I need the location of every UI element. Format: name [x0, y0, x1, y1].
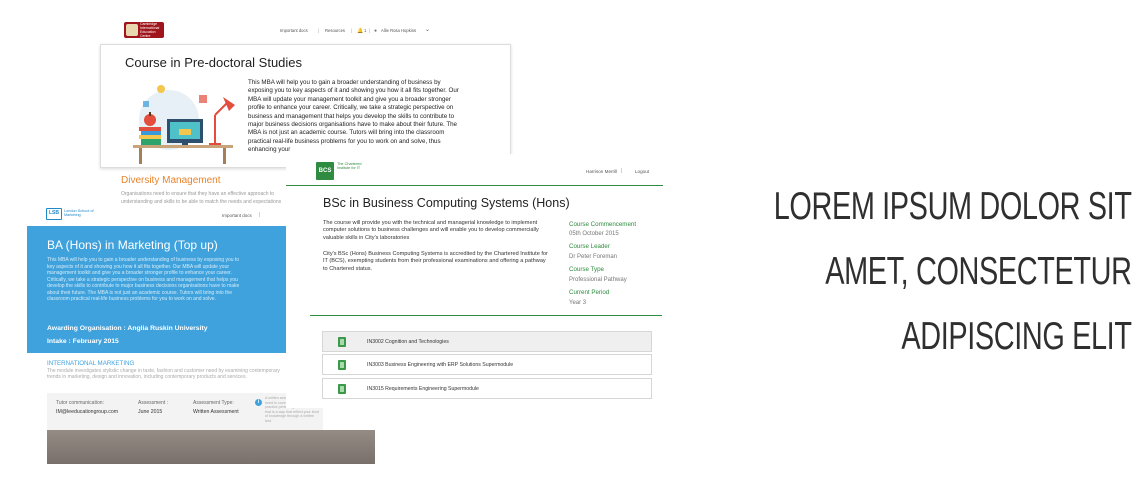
user-icon: ●: [374, 28, 378, 34]
user-name[interactable]: Harrison Merrill: [586, 169, 617, 174]
crest-icon: [126, 24, 138, 36]
section-heading: INTERNATIONAL MARKETING: [47, 360, 135, 367]
course-description: This MBA will help you to gain a broader…: [248, 79, 459, 154]
header-divider: [286, 185, 663, 187]
assessment-type: Written Assessment: [193, 409, 239, 415]
nav-resources[interactable]: Resources: [325, 28, 345, 33]
lsbm-logo[interactable]: LSB: [46, 208, 62, 220]
photo-strip: [47, 430, 375, 464]
nav-separator: |: [369, 28, 371, 33]
lsbm-logo-text: London School of Marketing: [64, 209, 94, 218]
awarding-organisation: Awarding Organisation : Anglia Ruskin Un…: [47, 325, 208, 332]
section-text: Organisations need to ensure that they h…: [121, 191, 282, 205]
logout-link[interactable]: Logout: [635, 169, 649, 174]
bcs-course-card: BCS The Chartered Institute for IT Harri…: [286, 154, 663, 408]
page-title: BA (Hons) in Marketing (Top up): [47, 238, 218, 252]
info-icon[interactable]: i: [255, 399, 262, 406]
cambridge-course-card: Course in Pre-doctoral Studies This MBA …: [100, 44, 511, 168]
lsbm-topbar: LSB London School of Marketing Important…: [46, 208, 292, 226]
document-icon: [338, 384, 346, 394]
assessment-type-label: Assessment Type:: [193, 400, 234, 406]
nav-important-docs[interactable]: Important docs: [280, 28, 308, 33]
document-icon: [338, 360, 346, 370]
tutor-email[interactable]: IM@leeducationgroup.com: [56, 409, 118, 415]
nav-separator: |: [351, 28, 353, 33]
course-description: This MBA will help you to gain a broader…: [47, 257, 240, 302]
meta-value: 05th October 2015: [569, 231, 619, 237]
assessment-date: June 2015: [138, 409, 163, 415]
nav-separator: |: [318, 28, 320, 33]
cambridge-logo-text: Cambridge International Education Centre: [140, 22, 160, 38]
tutor-label: Tutor communication:: [56, 400, 104, 406]
module-label: IN3015 Requirements Engineering Supermod…: [367, 386, 479, 392]
headline-line: LOREM IPSUM DOLOR SIT: [774, 185, 1132, 228]
page-title: Course in Pre-doctoral Studies: [125, 55, 303, 70]
headline-line: AMET, CONSECTETUR: [825, 250, 1133, 293]
module-row[interactable]: IN3003 Business Engineering with ERP Sol…: [322, 354, 652, 375]
meta-label: Current Period: [569, 289, 610, 296]
bell-icon[interactable]: 🔔: [357, 28, 363, 34]
meta-label: Course Commencement: [569, 221, 637, 228]
user-name[interactable]: Allie Rosa Hopkins: [381, 28, 416, 33]
headline-line: ADIPISCING ELIT: [901, 315, 1133, 358]
study-desk-illustration: [133, 85, 235, 164]
headline: LOREM IPSUM DOLOR SIT AMET, CONSECTETUR …: [648, 174, 1132, 369]
nav-separator: |: [259, 212, 261, 218]
nav-separator: |: [621, 168, 623, 174]
assessment-details: Tutor communication: IM@leeducationgroup…: [47, 393, 323, 430]
section-heading: Diversity Management: [121, 175, 221, 186]
course-description: The course will provide you with the tec…: [323, 220, 539, 241]
module-row[interactable]: IN3015 Requirements Engineering Supermod…: [322, 378, 652, 399]
module-label: IN3003 Business Engineering with ERP Sol…: [367, 362, 514, 368]
module-label: IN3002 Cognition and Technologies: [367, 339, 449, 345]
assessment-label: Assessment :: [138, 400, 169, 406]
notification-count: 1: [364, 28, 367, 33]
meta-value: Professional Pathway: [569, 277, 627, 283]
section-text: The module investigates stylistic change…: [47, 368, 280, 381]
cambridge-topbar: Cambridge International Education Centre…: [100, 18, 510, 44]
bcs-logo[interactable]: BCS: [316, 162, 334, 180]
cambridge-logo[interactable]: Cambridge International Education Centre: [124, 22, 164, 38]
nav-important-docs[interactable]: Important docs: [222, 213, 252, 218]
intake: Intake : February 2015: [47, 338, 119, 345]
meta-label: Course Leader: [569, 243, 610, 250]
meta-value: Year 3: [569, 300, 587, 306]
meta-value: Dr Peter Foreman: [569, 254, 618, 260]
document-icon: [338, 337, 346, 347]
module-row[interactable]: IN3002 Cognition and Technologies: [322, 331, 652, 352]
accreditation-text: City's BSc (Hons) Business Computing Sys…: [323, 251, 548, 272]
lsbm-course-banner: BA (Hons) in Marketing (Top up) This MBA…: [27, 226, 287, 353]
section-divider: [310, 315, 662, 317]
bcs-logo-text: The Chartered Institute for IT: [337, 162, 362, 171]
chevron-down-icon[interactable]: ⌄: [425, 26, 430, 33]
meta-label: Course Type: [569, 266, 604, 273]
page-title: BSc in Business Computing Systems (Hons): [323, 196, 570, 210]
